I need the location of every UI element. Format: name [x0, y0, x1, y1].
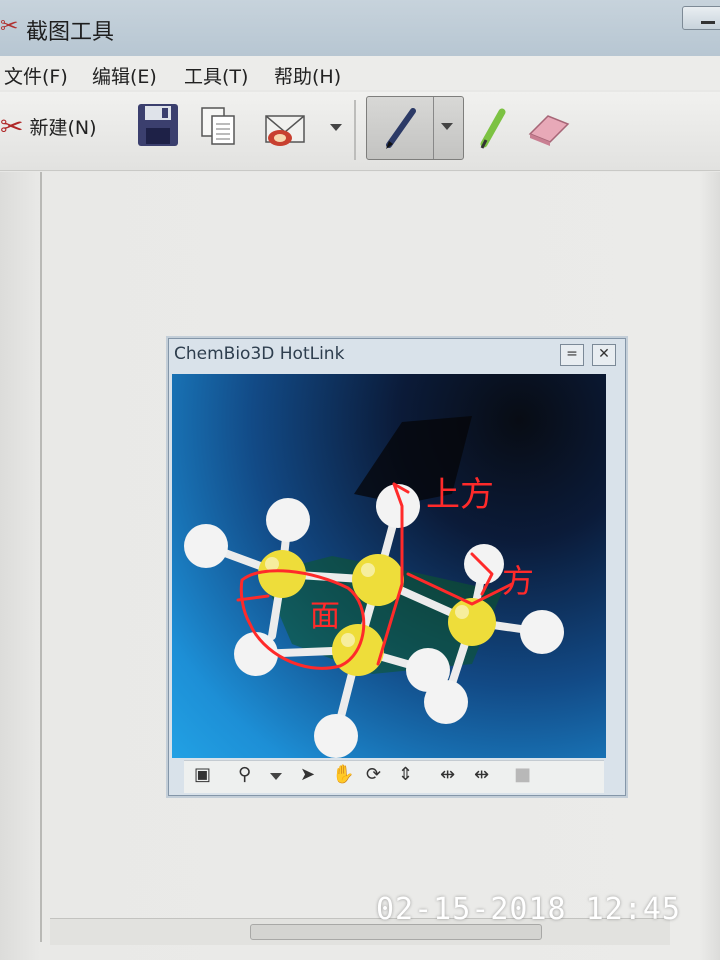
- send-snip-icon[interactable]: [262, 104, 310, 150]
- molecule-viewport[interactable]: 上方 方 面: [172, 374, 606, 758]
- window-title: 截图工具: [26, 20, 115, 45]
- toolbar-separator: [354, 100, 356, 160]
- menu-help[interactable]: 帮助(H): [274, 62, 341, 89]
- pen-dropdown-arrow[interactable]: [441, 123, 453, 130]
- toolbar: [0, 92, 720, 171]
- hotlink-close-button[interactable]: ✕: [592, 344, 616, 366]
- annotation-right: 方: [502, 562, 534, 600]
- stop-icon[interactable]: ■: [514, 764, 531, 785]
- rotate-tool-icon[interactable]: ⟳: [366, 764, 381, 785]
- rotate-y-icon[interactable]: ⇹: [474, 764, 489, 785]
- minimize-button[interactable]: [682, 6, 720, 30]
- menu-file[interactable]: 文件(F): [4, 62, 68, 89]
- hotlink-minimize-button[interactable]: =: [560, 344, 584, 366]
- annotation-top: 上方: [426, 475, 494, 515]
- new-snip-button[interactable]: ✂ 新建(N): [0, 106, 97, 146]
- model-settings-icon[interactable]: ▣: [194, 764, 211, 785]
- new-snip-label: 新建(N): [29, 116, 97, 139]
- camera-timestamp: 02-15-2018 12:45: [376, 892, 681, 927]
- pen-split-divider: [433, 97, 434, 159]
- canvas-border: [40, 172, 42, 942]
- pen-tool-button[interactable]: [366, 96, 464, 160]
- build-tool-icon[interactable]: ⚲: [238, 764, 251, 785]
- rotate-x-icon[interactable]: ⇹: [440, 764, 455, 785]
- molecule-model: 上方 方 面: [184, 416, 564, 758]
- new-snip-icon: ✂: [0, 109, 24, 143]
- eraser-icon[interactable]: [526, 108, 572, 148]
- annotation-face: 面: [310, 599, 340, 634]
- copy-icon[interactable]: [200, 106, 238, 146]
- hotlink-title: ChemBio3D HotLink: [174, 344, 345, 364]
- hand-tool-icon[interactable]: ✋: [332, 764, 354, 785]
- send-dropdown-arrow[interactable]: [330, 124, 342, 131]
- menu-tools[interactable]: 工具(T): [184, 62, 248, 89]
- zoom-tool-icon[interactable]: ⇕: [398, 764, 413, 785]
- menu-edit[interactable]: 编辑(E): [92, 62, 157, 89]
- snipping-tool-window: ✂ 截图工具 文件(F) 编辑(E) 工具(T) 帮助(H) ✂ 新建(N) C…: [0, 0, 720, 960]
- select-tool-icon[interactable]: ➤: [300, 764, 315, 785]
- pen-icon: [386, 108, 416, 149]
- build-tool-dropdown-arrow[interactable]: [270, 773, 282, 780]
- highlighter-icon[interactable]: [476, 104, 510, 150]
- scissors-icon: ✂: [0, 14, 19, 39]
- save-icon[interactable]: [136, 102, 180, 148]
